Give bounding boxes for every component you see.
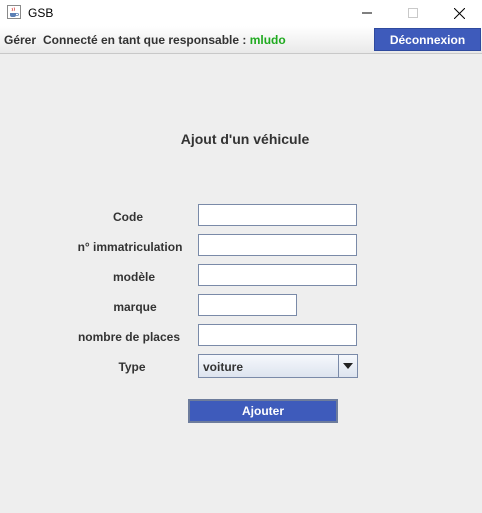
menu-gerer[interactable]: Gérer xyxy=(4,33,36,47)
username: mludo xyxy=(249,33,286,47)
close-button[interactable] xyxy=(436,0,482,26)
type-select[interactable]: voiture xyxy=(198,354,358,378)
title-bar: GSB xyxy=(0,0,482,26)
page-title: Ajout d'un véhicule xyxy=(180,131,310,147)
dropdown-arrow-button[interactable] xyxy=(338,355,357,377)
type-select-value: voiture xyxy=(203,360,244,374)
close-icon xyxy=(453,7,465,19)
connection-status: Connecté en tant que responsable : mludo xyxy=(43,33,286,47)
immatriculation-field[interactable] xyxy=(198,234,357,256)
type-label: Type xyxy=(118,360,146,374)
logout-button[interactable]: Déconnexion xyxy=(374,28,481,51)
modele-label: modèle xyxy=(112,270,155,284)
modele-field[interactable] xyxy=(198,264,357,286)
minimize-button[interactable] xyxy=(344,0,390,26)
code-field[interactable] xyxy=(198,204,357,226)
marque-field[interactable] xyxy=(198,294,297,316)
places-label: nombre de places xyxy=(77,330,181,344)
maximize-icon xyxy=(408,8,418,18)
places-field[interactable] xyxy=(198,324,357,346)
minimize-icon xyxy=(362,12,372,14)
code-label: Code xyxy=(113,210,143,224)
status-prefix: Connecté en tant que responsable : xyxy=(43,33,247,47)
marque-label: marque xyxy=(113,300,157,314)
chevron-down-icon xyxy=(343,363,353,369)
maximize-button[interactable] xyxy=(390,0,436,26)
immatriculation-label: n° immatriculation xyxy=(77,240,183,254)
app-window: GSB Gérer Connecté en tant que responsab… xyxy=(0,0,482,513)
add-button[interactable]: Ajouter xyxy=(188,399,338,423)
java-cup-icon xyxy=(7,5,21,19)
window-title: GSB xyxy=(28,6,54,20)
